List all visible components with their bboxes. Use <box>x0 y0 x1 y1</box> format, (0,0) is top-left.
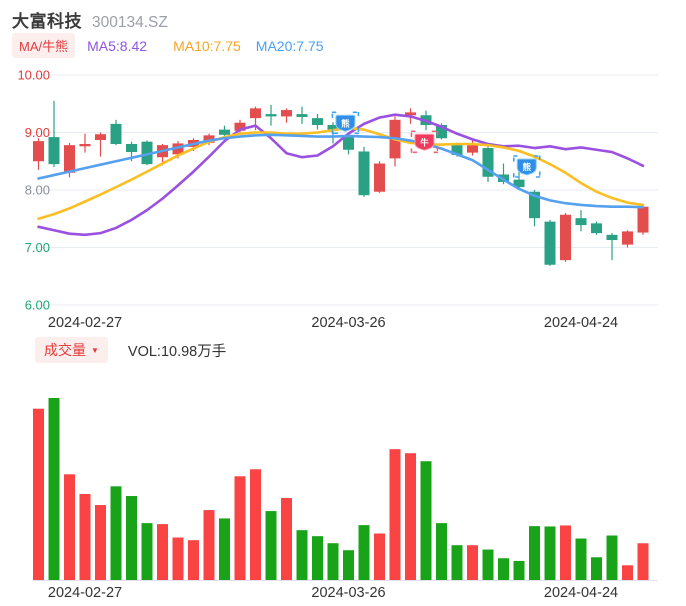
volume-bar <box>405 453 416 580</box>
volume-bar <box>374 533 385 580</box>
volume-bar <box>637 543 649 580</box>
candlestick <box>110 123 122 144</box>
volume-legend-row: 成交量 ▼ VOL:10.98万手 <box>35 337 226 363</box>
candlestick <box>95 134 106 140</box>
volume-bar <box>544 526 556 580</box>
volume-bar <box>622 565 633 580</box>
marker-glyph: 牛 <box>420 137 429 147</box>
volume-bar <box>389 449 401 580</box>
y-axis-label: 8.00 <box>25 183 50 198</box>
volume-bar <box>79 494 91 580</box>
candlestick <box>33 141 44 162</box>
y-axis-label: 9.00 <box>25 125 50 140</box>
x-axis-label: 2024-02-27 <box>48 315 122 331</box>
volume-bar <box>172 537 184 580</box>
stock-name: 大富科技 <box>12 12 82 31</box>
candlestick <box>374 163 385 192</box>
candlestick <box>79 144 91 147</box>
volume-bar <box>482 549 494 580</box>
candlestick <box>560 214 571 261</box>
candlestick <box>265 114 277 117</box>
volume-bar <box>126 496 137 580</box>
candlestick <box>250 108 261 119</box>
candlestick <box>622 231 633 245</box>
ma10-legend: MA10:7.75 <box>173 37 241 54</box>
candlestick <box>312 118 323 126</box>
volume-bar <box>296 530 308 580</box>
volume-bar <box>141 523 153 580</box>
volume-readout: VOL:10.98万手 <box>127 343 227 360</box>
x-axis-label: 2024-02-27 <box>48 585 122 601</box>
volume-selector-label: 成交量 <box>44 342 86 358</box>
candlestick <box>606 234 618 241</box>
volume-bar <box>281 498 292 580</box>
volume-bar <box>265 511 277 580</box>
volume-bar <box>157 524 168 580</box>
volume-bar <box>529 526 540 580</box>
candlestick <box>219 129 230 135</box>
x-axis-label: 2024-03-26 <box>311 585 385 601</box>
volume-bar <box>327 543 339 580</box>
volume-bar <box>606 535 618 580</box>
volume-bar <box>451 545 463 580</box>
volume-bar <box>420 461 432 580</box>
stock-chart-page: 10.00 9.00 8.00 7.00 6.00 熊牛熊 2024-02-27 2024-0… <box>0 0 686 606</box>
volume-bar <box>64 474 75 580</box>
x-axis-label: 2024-04-24 <box>544 585 618 601</box>
bear-marker[interactable]: 熊 <box>512 155 541 178</box>
volume-bar <box>436 523 447 580</box>
volume-selector[interactable]: 成交量 ▼ <box>35 337 108 363</box>
price-volume-chart[interactable]: 10.009.008.007.006.00熊牛熊2024-02-27 2024-0… <box>0 0 686 606</box>
ma20-legend: MA20:7.75 <box>255 37 324 54</box>
candlestick <box>637 206 649 233</box>
stock-code: 300134.SZ <box>92 14 168 31</box>
volume-bar <box>467 545 478 580</box>
volume-bar <box>250 469 261 580</box>
x-axis-label: 2024-04-24 <box>544 315 618 331</box>
y-axis-label: 7.00 <box>25 240 50 255</box>
volume-bar <box>33 408 44 580</box>
volume-bar <box>343 550 354 580</box>
candlestick <box>64 145 75 173</box>
volume-bar <box>513 560 525 580</box>
volume-bar <box>48 398 60 580</box>
volume-bar <box>234 476 246 580</box>
y-axis-label: 10.00 <box>17 68 50 83</box>
candlestick <box>467 145 478 153</box>
volume-bar <box>591 557 602 580</box>
ma5-legend: MA5:8.42 <box>87 37 148 54</box>
indicator-legend-row: MA/牛熊 MA5:8.42 MA10:7.75 MA20:7.75 <box>12 33 324 58</box>
header: 大富科技 300134.SZ <box>12 7 168 32</box>
volume-bar <box>575 538 587 580</box>
candlestick <box>544 221 556 265</box>
bull-marker[interactable]: 牛 <box>410 130 439 154</box>
x-axis-label: 2024-03-26 <box>311 315 385 331</box>
volume-bar <box>203 510 215 580</box>
candlestick <box>126 144 137 153</box>
volume-bar <box>95 505 106 580</box>
volume-bar <box>188 540 199 580</box>
indicator-selector[interactable]: MA/牛熊 <box>12 33 76 58</box>
volume-bar <box>110 486 122 580</box>
dropdown-arrow-icon: ▼ <box>91 345 99 355</box>
candlestick <box>591 223 602 234</box>
candlestick <box>296 114 308 117</box>
candlestick <box>48 137 60 165</box>
y-axis-label: 6.00 <box>25 298 50 313</box>
volume-bar <box>312 536 323 580</box>
marker-glyph: 熊 <box>341 119 350 129</box>
volume-bar <box>358 525 370 580</box>
volume-bar <box>219 518 230 580</box>
volume-bar <box>498 558 509 580</box>
candlestick <box>358 151 370 196</box>
marker-glyph: 熊 <box>522 162 531 172</box>
candlestick <box>575 218 587 226</box>
volume-bar <box>560 525 571 580</box>
candlestick <box>281 110 292 117</box>
